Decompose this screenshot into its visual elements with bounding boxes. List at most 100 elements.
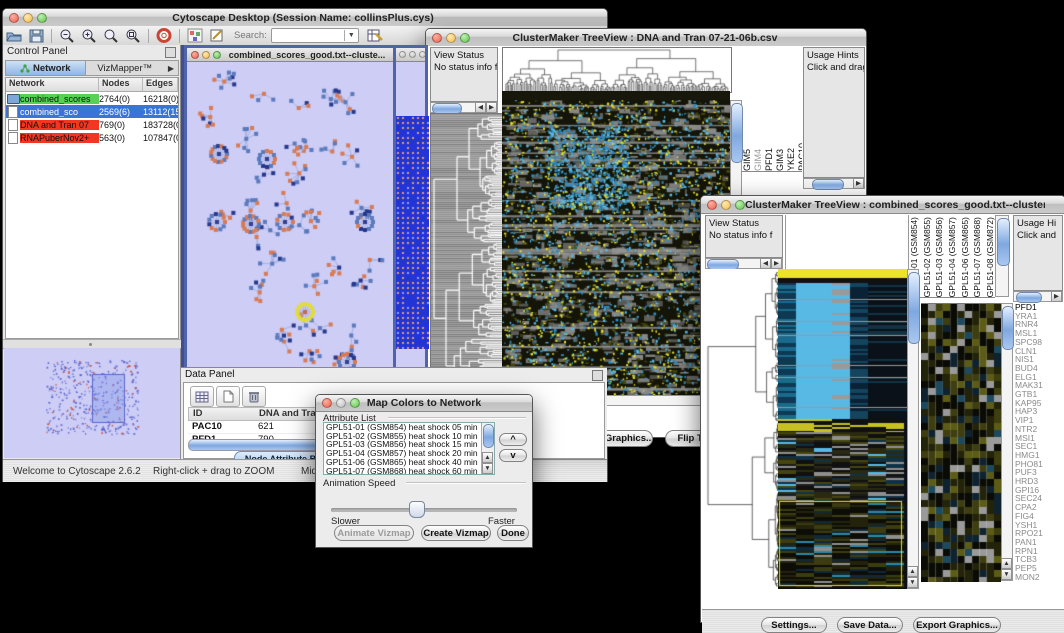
open-session-button[interactable] <box>4 27 24 44</box>
scroll-down-arrow[interactable]: ▼ <box>907 577 918 588</box>
done-button[interactable]: Done <box>497 525 529 541</box>
window-controls[interactable] <box>3 13 47 23</box>
float-panel-icon[interactable] <box>592 370 603 381</box>
zoom-button[interactable] <box>350 398 360 408</box>
col-network[interactable]: Network <box>6 78 99 91</box>
column-label[interactable]: GPL51-04 (GSM857) <box>947 217 957 297</box>
attribute-browser-button[interactable] <box>365 27 385 44</box>
dialog-titlebar[interactable]: Map Colors to Network <box>316 395 532 412</box>
float-panel-icon[interactable] <box>165 47 176 58</box>
move-up-button[interactable]: ^ <box>499 433 527 446</box>
save-data-button[interactable]: Save Data... <box>837 617 903 633</box>
attribute-item[interactable]: GPL51-07 (GSM868) heat shock 60 min <box>324 467 494 475</box>
treeview1-titlebar[interactable]: ClusterMaker TreeView : DNA and Tran 07-… <box>426 29 866 47</box>
column-label[interactable]: GPL51-08 (GSM872) <box>985 217 995 297</box>
column-label[interactable]: GIM5 <box>742 149 752 171</box>
create-vizmap-button[interactable]: Create Vizmap <box>421 525 491 541</box>
dense-network-canvas[interactable] <box>396 116 429 349</box>
column-label[interactable]: PAC10 <box>797 143 802 171</box>
zoom-button[interactable] <box>735 200 745 210</box>
close-button[interactable] <box>322 398 332 408</box>
col-edges[interactable]: Edges <box>143 78 178 91</box>
column-labels-scrollbar[interactable] <box>995 215 1009 297</box>
zoom-out-button[interactable] <box>57 27 77 44</box>
scroll-left-arrow[interactable]: ◀ <box>475 102 486 113</box>
search-input[interactable]: ▼ <box>271 28 359 43</box>
column-label[interactable]: GPL51-07 (GSM868) <box>972 217 982 297</box>
scroll-down-arrow[interactable]: ▼ <box>482 463 493 474</box>
minimize-button[interactable] <box>336 398 346 408</box>
minimize-button[interactable] <box>446 33 456 43</box>
zoom-button[interactable] <box>460 33 470 43</box>
annotation-button[interactable] <box>207 27 227 44</box>
view-status-scrollbar[interactable]: ◀ ▶ <box>430 102 498 113</box>
close-button[interactable] <box>432 33 442 43</box>
scroll-right-arrow[interactable]: ▶ <box>1051 291 1062 302</box>
column-label[interactable]: GPL51-06 (GSM865) <box>960 217 970 297</box>
settings-button[interactable]: Settings... <box>761 617 827 633</box>
column-label[interactable]: PFD1 <box>764 148 774 171</box>
scroll-left-arrow[interactable]: ◀ <box>760 258 771 269</box>
usage-hints-scrollbar[interactable]: ▶ <box>803 178 865 189</box>
close-button[interactable] <box>9 13 19 23</box>
select-attributes-button[interactable] <box>190 386 214 407</box>
scroll-right-arrow[interactable]: ▶ <box>853 178 864 189</box>
row-dendrogram[interactable] <box>705 269 778 589</box>
column-label[interactable]: GPL51-02 (GSM855) <box>922 217 932 297</box>
tab-overflow-arrow[interactable]: ▶ <box>164 61 178 75</box>
minimize-button[interactable] <box>202 51 210 59</box>
zoom-button[interactable] <box>419 51 425 58</box>
slider-thumb[interactable] <box>409 501 425 518</box>
new-attribute-button[interactable] <box>216 386 240 407</box>
network-row[interactable]: DNA and Tran 07 769(0) 183728(0) <box>6 118 178 131</box>
zoom-selected-button[interactable] <box>101 27 121 44</box>
delete-attribute-button[interactable] <box>242 386 266 407</box>
save-session-button[interactable] <box>26 27 46 44</box>
row-dendrogram[interactable] <box>430 113 503 397</box>
attribute-list[interactable]: GPL51-01 (GSM854) heat shock 05 minGPL51… <box>323 422 495 475</box>
attribute-list-scrollbar[interactable]: ▲ ▼ <box>481 423 494 474</box>
minimize-button[interactable] <box>409 51 416 58</box>
column-label[interactable]: GIM4 <box>753 149 763 171</box>
zoom-in-button[interactable] <box>79 27 99 44</box>
background-network-titlebar[interactable] <box>396 48 425 62</box>
scroll-up-arrow[interactable]: ▲ <box>482 452 493 463</box>
treeview2-titlebar[interactable]: ClusterMaker TreeView : combined_scores_… <box>701 196 1064 214</box>
scroll-right-arrow[interactable]: ▶ <box>486 102 497 113</box>
column-label[interactable]: YKE2 <box>786 148 796 171</box>
minimize-button[interactable] <box>23 13 33 23</box>
main-titlebar[interactable]: Cytoscape Desktop (Session Name: collins… <box>3 9 607 27</box>
close-button[interactable] <box>399 51 406 58</box>
col-id[interactable]: ID <box>189 408 255 420</box>
close-button[interactable] <box>707 200 717 210</box>
column-dendrogram[interactable] <box>502 47 732 93</box>
background-network-window[interactable] <box>393 45 428 370</box>
heatmap-vscroll[interactable]: ▲ ▼ <box>907 269 919 589</box>
export-graphics-button[interactable]: Export Graphics... <box>913 617 1001 633</box>
network-row[interactable]: combined_scores 2764(0) 16218(0) <box>6 92 178 105</box>
gene-label[interactable]: MON2 <box>1015 573 1063 581</box>
heatmap-canvas[interactable] <box>778 269 907 589</box>
column-label[interactable]: GPL51-03 (GSM856) <box>934 217 944 297</box>
network-row[interactable]: combined_sco 2569(6) 13112(15) <box>6 105 178 118</box>
animate-vizmap-button[interactable]: Animate Vizmap <box>334 525 414 541</box>
search-dropdown-arrow[interactable]: ▼ <box>344 30 358 41</box>
network-view-titlebar[interactable]: combined_scores_good.txt--cluste... <box>187 48 393 62</box>
usage-hints-scrollbar[interactable]: ▶ <box>1013 291 1063 302</box>
view-status-scrollbar[interactable]: ◀ ▶ <box>705 258 783 269</box>
scroll-down-arrow[interactable]: ▼ <box>1001 569 1012 580</box>
scroll-up-arrow[interactable]: ▲ <box>1001 558 1012 569</box>
zoom-button[interactable] <box>37 13 47 23</box>
birdseye-view[interactable] <box>4 348 180 458</box>
tab-network[interactable]: Network <box>6 61 86 75</box>
help-button[interactable] <box>154 27 174 44</box>
close-button[interactable] <box>191 51 199 59</box>
network-snapshot-button[interactable] <box>185 27 205 44</box>
detail-heatmap[interactable] <box>921 303 1001 582</box>
scroll-up-arrow[interactable]: ▲ <box>907 566 918 577</box>
network-row[interactable]: RNAPuberNov2+ 563(0) 107847(0) <box>6 131 178 144</box>
network-canvas[interactable] <box>187 62 393 368</box>
tab-vizmapper[interactable]: VizMapper™ <box>86 61 165 75</box>
detail-vscroll[interactable]: ▲ ▼ <box>1001 303 1013 581</box>
minimize-button[interactable] <box>721 200 731 210</box>
